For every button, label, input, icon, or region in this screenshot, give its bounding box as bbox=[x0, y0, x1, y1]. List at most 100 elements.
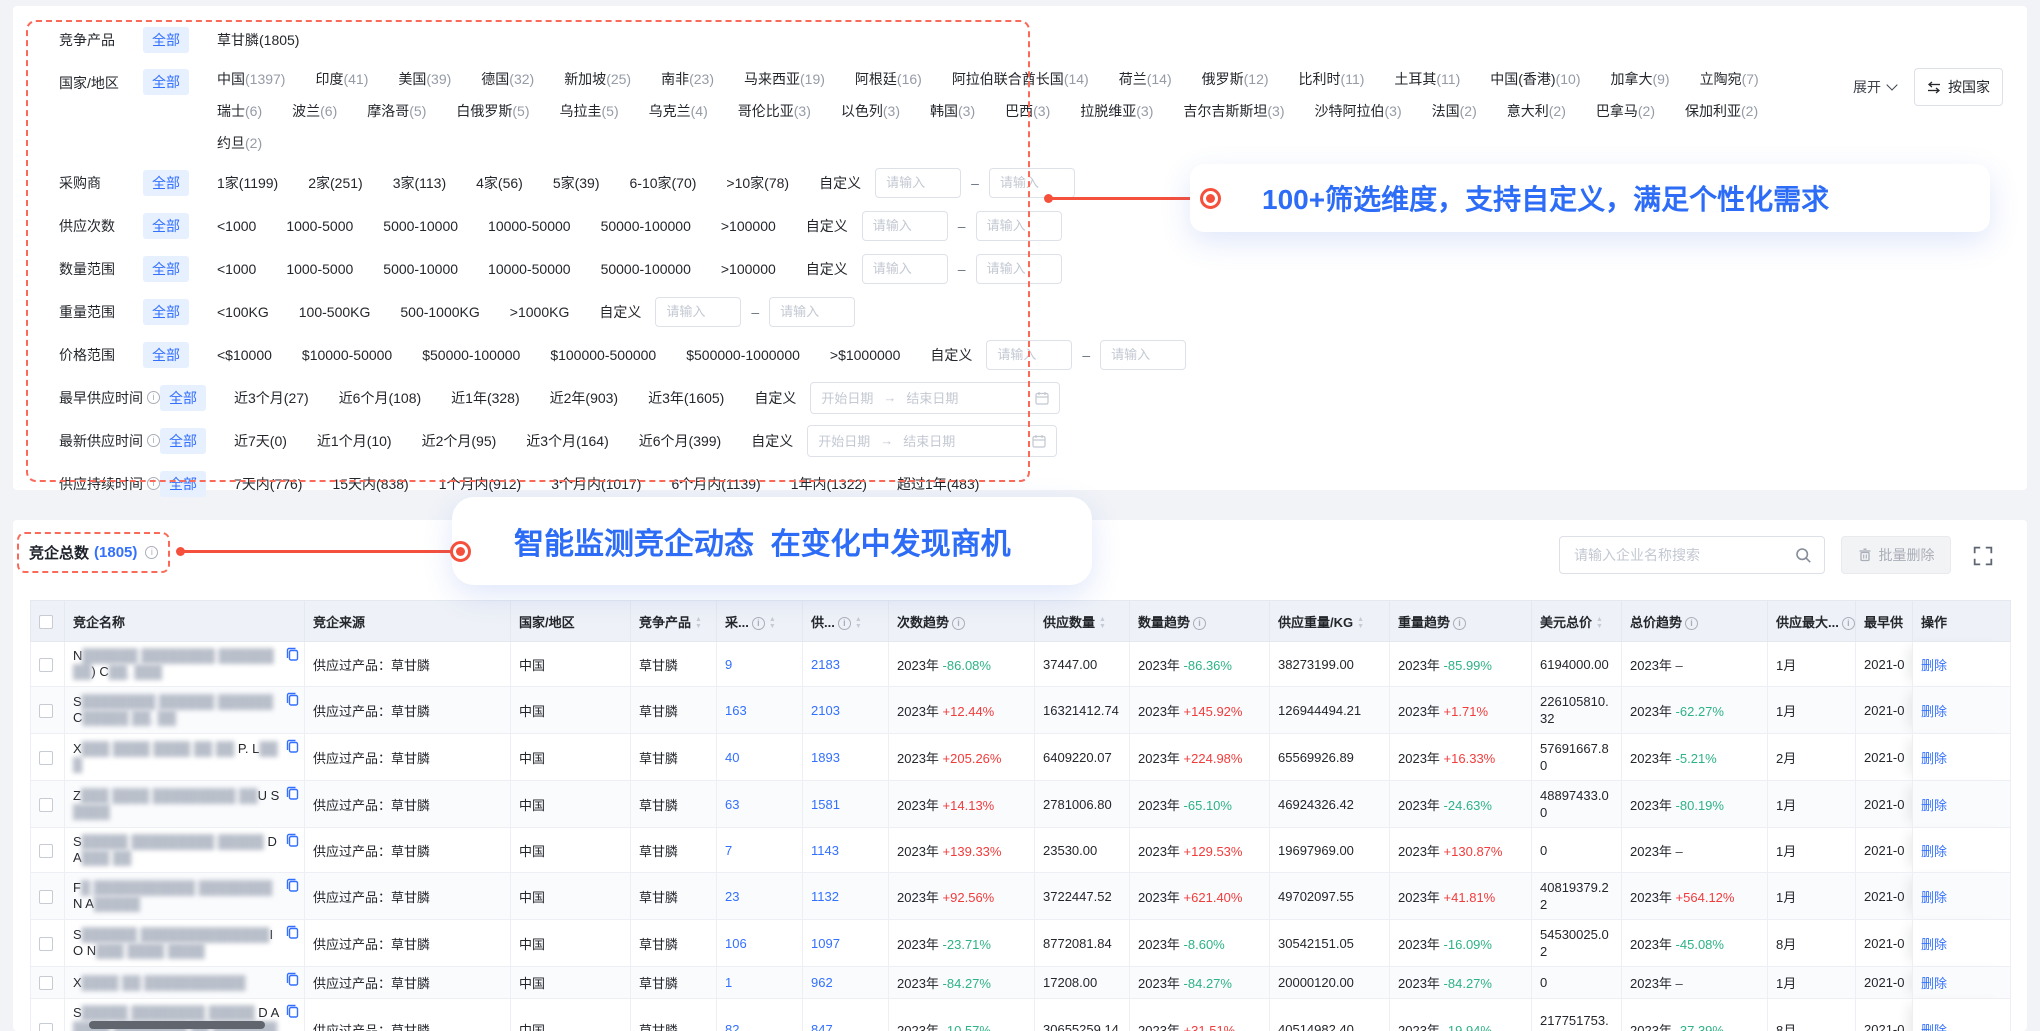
info-icon[interactable] bbox=[838, 617, 851, 630]
row-checkbox[interactable] bbox=[39, 976, 53, 990]
date-range-input[interactable]: 开始日期→结束日期 bbox=[810, 382, 1060, 414]
filter-option[interactable]: 5家(39) bbox=[553, 173, 600, 193]
buyer-count-link[interactable]: 82 bbox=[725, 1022, 739, 1031]
supply-count-link[interactable]: 2183 bbox=[811, 657, 840, 672]
filter-option[interactable]: 乌克兰(4) bbox=[649, 101, 708, 121]
sort-icon[interactable] bbox=[1357, 617, 1364, 630]
supply-count-link[interactable]: 1893 bbox=[811, 750, 840, 765]
filter-option[interactable]: <100KG bbox=[217, 304, 269, 320]
supply-count-link[interactable]: 1097 bbox=[811, 936, 840, 951]
copy-icon[interactable] bbox=[286, 786, 299, 800]
filter-option[interactable]: 摩洛哥(5) bbox=[367, 101, 426, 121]
range-min-input[interactable] bbox=[655, 297, 741, 327]
filter-option[interactable]: 中国(香港)(10) bbox=[1490, 69, 1580, 89]
custom-option-label[interactable]: 自定义 bbox=[754, 388, 796, 408]
filter-option[interactable]: 10000-50000 bbox=[488, 261, 571, 277]
filter-option[interactable]: 意大利(2) bbox=[1507, 101, 1566, 121]
filter-option[interactable]: 巴拿马(2) bbox=[1596, 101, 1655, 121]
filter-option[interactable]: 德国(32) bbox=[481, 69, 534, 89]
delete-link[interactable]: 删除 bbox=[1921, 704, 1947, 719]
bulk-delete-button[interactable]: 批量删除 bbox=[1841, 536, 1951, 574]
info-icon[interactable] bbox=[147, 434, 160, 447]
filter-option[interactable]: >$1000000 bbox=[830, 347, 900, 363]
filter-option[interactable]: 6个月内(1139) bbox=[671, 474, 760, 494]
filter-option[interactable]: 吉尔吉斯斯坦(3) bbox=[1183, 101, 1284, 121]
by-country-toggle-button[interactable]: 按国家 bbox=[1914, 68, 2003, 106]
date-range-input[interactable]: 开始日期→结束日期 bbox=[807, 425, 1057, 457]
filter-option[interactable]: 500-1000KG bbox=[400, 304, 479, 320]
filter-option[interactable]: 近3个月(27) bbox=[234, 388, 309, 408]
filter-option[interactable]: 哥伦比亚(3) bbox=[738, 101, 811, 121]
filter-option[interactable]: 阿根廷(16) bbox=[855, 69, 922, 89]
row-checkbox[interactable] bbox=[39, 751, 53, 765]
filter-option[interactable]: 2家(251) bbox=[308, 173, 362, 193]
sort-icon[interactable] bbox=[1099, 617, 1106, 630]
filter-all-chip[interactable]: 全部 bbox=[143, 27, 189, 53]
delete-link[interactable]: 删除 bbox=[1921, 798, 1947, 813]
delete-link[interactable]: 删除 bbox=[1921, 658, 1947, 673]
row-checkbox[interactable] bbox=[39, 844, 53, 858]
filter-option[interactable]: 近1个月(10) bbox=[317, 431, 392, 451]
supply-count-link[interactable]: 1581 bbox=[811, 797, 840, 812]
row-checkbox[interactable] bbox=[39, 658, 53, 672]
filter-option[interactable]: <1000 bbox=[217, 218, 256, 234]
filter-option[interactable]: 阿拉伯联合酋长国(14) bbox=[952, 69, 1089, 89]
filter-option[interactable]: 马来西亚(19) bbox=[744, 69, 825, 89]
row-checkbox[interactable] bbox=[39, 890, 53, 904]
copy-icon[interactable] bbox=[286, 878, 299, 892]
filter-option[interactable]: 瑞士(6) bbox=[217, 101, 262, 121]
delete-link[interactable]: 删除 bbox=[1921, 1023, 1947, 1031]
row-checkbox[interactable] bbox=[39, 1023, 53, 1031]
filter-option[interactable]: 草甘膦(1805) bbox=[217, 30, 299, 50]
filter-option[interactable]: 波兰(6) bbox=[292, 101, 337, 121]
filter-all-chip[interactable]: 全部 bbox=[160, 471, 206, 497]
filter-option[interactable]: 1个月内(912) bbox=[439, 474, 521, 494]
company-search-input[interactable] bbox=[1572, 546, 1795, 564]
filter-option[interactable]: 美国(39) bbox=[398, 69, 451, 89]
filter-option[interactable]: 6-10家(70) bbox=[630, 173, 697, 193]
filter-option[interactable]: 土耳其(11) bbox=[1394, 69, 1460, 89]
custom-option-label[interactable]: 自定义 bbox=[806, 216, 848, 236]
filter-option[interactable]: 白俄罗斯(5) bbox=[456, 101, 529, 121]
buyer-count-link[interactable]: 106 bbox=[725, 936, 747, 951]
filter-all-chip[interactable]: 全部 bbox=[143, 342, 189, 368]
filter-option[interactable]: 沙特阿拉伯(3) bbox=[1315, 101, 1402, 121]
filter-option[interactable]: 近7天(0) bbox=[234, 431, 287, 451]
custom-option-label[interactable]: 自定义 bbox=[819, 173, 861, 193]
filter-option[interactable]: 拉脱维亚(3) bbox=[1080, 101, 1153, 121]
custom-option-label[interactable]: 自定义 bbox=[806, 259, 848, 279]
buyer-count-link[interactable]: 1 bbox=[725, 975, 732, 990]
copy-icon[interactable] bbox=[286, 1004, 299, 1018]
range-max-input[interactable] bbox=[976, 211, 1062, 241]
buyer-count-link[interactable]: 23 bbox=[725, 889, 739, 904]
filter-option[interactable]: 5000-10000 bbox=[383, 218, 458, 234]
range-max-input[interactable] bbox=[976, 254, 1062, 284]
filter-option[interactable]: 3家(113) bbox=[393, 173, 446, 193]
filter-option[interactable]: 保加利亚(2) bbox=[1685, 101, 1758, 121]
copy-icon[interactable] bbox=[286, 925, 299, 939]
delete-link[interactable]: 删除 bbox=[1921, 751, 1947, 766]
copy-icon[interactable] bbox=[286, 972, 299, 986]
filter-option[interactable]: 1家(1199) bbox=[217, 173, 278, 193]
filter-option[interactable]: 近2个月(95) bbox=[422, 431, 497, 451]
filter-option[interactable]: 近1年(328) bbox=[451, 388, 519, 408]
buyer-count-link[interactable]: 7 bbox=[725, 843, 732, 858]
filter-all-chip[interactable]: 全部 bbox=[143, 213, 189, 239]
filter-option[interactable]: 加拿大(9) bbox=[1610, 69, 1669, 89]
filter-all-chip[interactable]: 全部 bbox=[143, 256, 189, 282]
info-icon[interactable] bbox=[1193, 617, 1206, 630]
filter-all-chip[interactable]: 全部 bbox=[143, 299, 189, 325]
search-icon[interactable] bbox=[1795, 547, 1812, 564]
filter-option[interactable]: 中国(1397) bbox=[217, 69, 285, 89]
filter-option[interactable]: 4家(56) bbox=[476, 173, 523, 193]
delete-link[interactable]: 删除 bbox=[1921, 976, 1947, 991]
filter-option[interactable]: >100000 bbox=[721, 218, 776, 234]
filter-option[interactable]: 近2年(903) bbox=[550, 388, 618, 408]
filter-option[interactable]: 50000-100000 bbox=[601, 261, 691, 277]
range-max-input[interactable] bbox=[769, 297, 855, 327]
filter-option[interactable]: 5000-10000 bbox=[383, 261, 458, 277]
row-checkbox[interactable] bbox=[39, 704, 53, 718]
filter-option[interactable]: 新加坡(25) bbox=[564, 69, 631, 89]
range-min-input[interactable] bbox=[862, 211, 948, 241]
custom-option-label[interactable]: 自定义 bbox=[930, 345, 972, 365]
